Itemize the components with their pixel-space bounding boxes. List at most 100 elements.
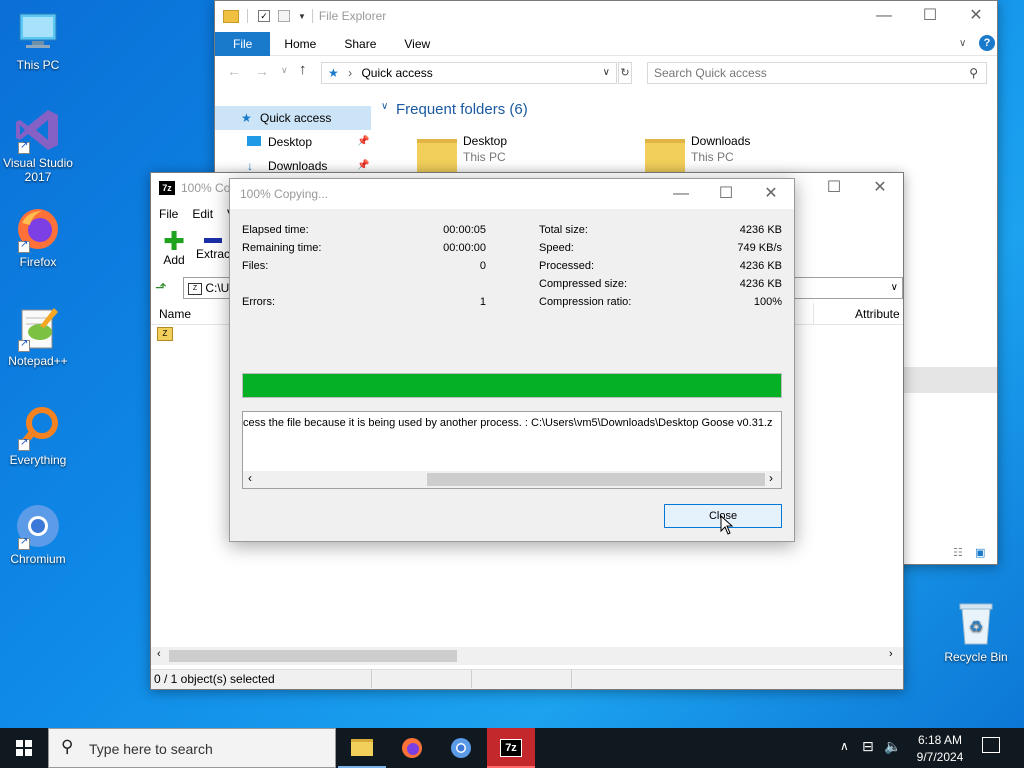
show-hidden-icons-icon[interactable]: ∧ <box>840 739 849 753</box>
network-icon[interactable]: ⊟ <box>862 738 874 755</box>
folder-icon <box>417 139 457 175</box>
chevron-down-icon[interactable]: ∨ <box>603 63 610 83</box>
compressed-size-value: 4236 KB <box>739 278 782 290</box>
minimize-button[interactable]: — <box>861 1 907 31</box>
chevron-down-icon[interactable]: ▼ <box>298 12 306 21</box>
up-icon[interactable]: ↑ <box>299 61 307 78</box>
tab-view[interactable]: View <box>390 32 444 56</box>
taskbar-search-box[interactable]: ⚲ Type here to search <box>48 728 336 768</box>
search-icon: ⚲ <box>969 66 978 80</box>
column-name[interactable]: Name <box>159 307 191 321</box>
status-text: 0 / 1 object(s) selected <box>154 672 275 686</box>
archive-item-icon[interactable]: Z <box>157 327 173 341</box>
add-button[interactable]: ✚ Add <box>157 226 191 271</box>
close-button[interactable]: ✕ <box>953 1 999 31</box>
processed-label: Processed: <box>539 260 595 272</box>
nav-item-desktop[interactable]: Desktop 📌 <box>215 130 371 154</box>
search-placeholder: Search Quick access <box>654 66 767 80</box>
clock-time[interactable]: 6:18 AM <box>910 733 970 747</box>
chevron-down-icon[interactable]: ∨ <box>959 38 966 49</box>
properties-icon[interactable]: ✓ <box>258 10 270 22</box>
recent-locations-icon[interactable]: ∨ <box>281 65 288 76</box>
minimize-button[interactable]: — <box>658 179 704 209</box>
address-text: Quick access <box>361 66 433 80</box>
total-size-value: 4236 KB <box>739 224 782 236</box>
taskbar-firefox[interactable] <box>388 728 436 768</box>
desktop-icon-label: Visual Studio 2017 <box>3 156 73 184</box>
action-center-icon[interactable] <box>982 737 1000 753</box>
refresh-icon[interactable]: ↻ <box>618 62 632 84</box>
chevron-down-icon[interactable]: ∨ <box>891 278 898 298</box>
close-button[interactable]: ✕ <box>748 179 794 209</box>
tab-home[interactable]: Home <box>270 32 330 56</box>
nav-item-quick-access[interactable]: ★ Quick access <box>215 106 371 130</box>
scroll-left-icon[interactable]: ‹ <box>248 471 252 485</box>
desktop-icon-this-pc[interactable]: This PC <box>0 8 76 72</box>
folder-tile-desktop[interactable]: Desktop This PC <box>415 131 625 175</box>
scroll-left-icon[interactable]: ‹ <box>157 648 161 660</box>
help-icon[interactable]: ? <box>979 35 995 51</box>
column-attributes[interactable]: Attribute <box>855 307 900 321</box>
scrollbar-thumb[interactable] <box>169 650 457 662</box>
desktop-icon-firefox[interactable]: Firefox <box>0 205 76 269</box>
search-input[interactable]: Search Quick access ⚲ <box>647 62 987 84</box>
total-size-label: Total size: <box>539 224 588 236</box>
address-bar[interactable]: ★ › Quick access ∨ <box>321 62 617 84</box>
volume-muted-icon[interactable]: 🔈 <box>884 738 901 755</box>
clock-date[interactable]: 9/7/2024 <box>910 750 970 764</box>
selected-row-highlight <box>903 367 997 393</box>
errors-label: Errors: <box>242 296 275 308</box>
scrollbar-thumb[interactable] <box>427 473 765 486</box>
svg-text:♻: ♻ <box>969 619 983 636</box>
menu-bar: File Edit V <box>151 204 235 224</box>
desktop-icon-visual-studio[interactable]: Visual Studio 2017 <box>0 106 76 184</box>
new-folder-icon[interactable] <box>278 10 290 22</box>
menu-file[interactable]: File <box>159 204 178 224</box>
maximize-button[interactable]: ☐ <box>811 173 857 203</box>
search-icon: ⚲ <box>61 737 74 756</box>
plus-icon: ✚ <box>163 226 185 256</box>
star-icon: ★ <box>241 111 252 125</box>
copy-progress-dialog: 100% Copying... — ☐ ✕ Elapsed time: 00:0… <box>229 178 795 542</box>
taskbar-7zip[interactable]: 7z <box>487 728 535 768</box>
back-icon[interactable]: ← <box>227 63 241 79</box>
maximize-button[interactable]: ☐ <box>703 179 749 209</box>
errors-value: 1 <box>479 296 486 308</box>
large-icons-view-icon[interactable]: ▣ <box>975 546 985 559</box>
desktop-icon-recycle-bin[interactable]: ♻ Recycle Bin <box>936 600 1016 664</box>
forward-icon[interactable]: → <box>255 63 269 79</box>
message-horizontal-scrollbar[interactable]: ‹ › <box>243 471 781 488</box>
chromium-icon <box>14 502 62 550</box>
desktop-icon-chromium[interactable]: Chromium <box>0 502 76 566</box>
everything-icon <box>14 403 62 451</box>
error-message-box[interactable]: cess the file because it is being used b… <box>242 411 782 489</box>
tab-file[interactable]: File <box>215 31 271 56</box>
scroll-right-icon[interactable]: › <box>889 648 893 660</box>
maximize-button[interactable]: ☐ <box>907 1 953 31</box>
close-button[interactable]: ✕ <box>857 173 903 203</box>
firefox-icon <box>14 205 62 253</box>
elapsed-time-label: Elapsed time: <box>242 224 309 236</box>
taskbar-chromium[interactable] <box>437 728 485 768</box>
taskbar-file-explorer[interactable] <box>338 728 386 768</box>
mouse-cursor-icon <box>720 515 734 535</box>
chevron-down-icon[interactable]: ∨ <box>381 101 388 112</box>
scroll-right-icon[interactable]: › <box>769 471 773 485</box>
menu-edit[interactable]: Edit <box>192 204 213 224</box>
details-view-icon[interactable]: ☷ <box>953 546 963 559</box>
tab-share[interactable]: Share <box>330 32 390 56</box>
minus-icon <box>204 238 222 243</box>
desktop-icon-everything[interactable]: Everything <box>0 403 76 467</box>
up-folder-icon[interactable]: ⬏ <box>155 279 167 296</box>
elapsed-time-value: 00:00:05 <box>443 224 486 236</box>
pin-icon: 📌 <box>357 136 370 147</box>
sevenzip-logo-icon: 7z <box>159 181 175 195</box>
windows-logo-icon <box>16 740 32 756</box>
horizontal-scrollbar[interactable]: ‹ › <box>151 647 903 665</box>
start-button[interactable] <box>0 728 48 768</box>
desktop-icon-notepadpp[interactable]: Notepad++ <box>0 304 76 368</box>
extract-button[interactable]: Extrac <box>195 229 231 271</box>
folder-tile-downloads[interactable]: Downloads This PC <box>643 131 853 175</box>
remaining-time-value: 00:00:00 <box>443 242 486 254</box>
compression-ratio-value: 100% <box>753 296 782 308</box>
